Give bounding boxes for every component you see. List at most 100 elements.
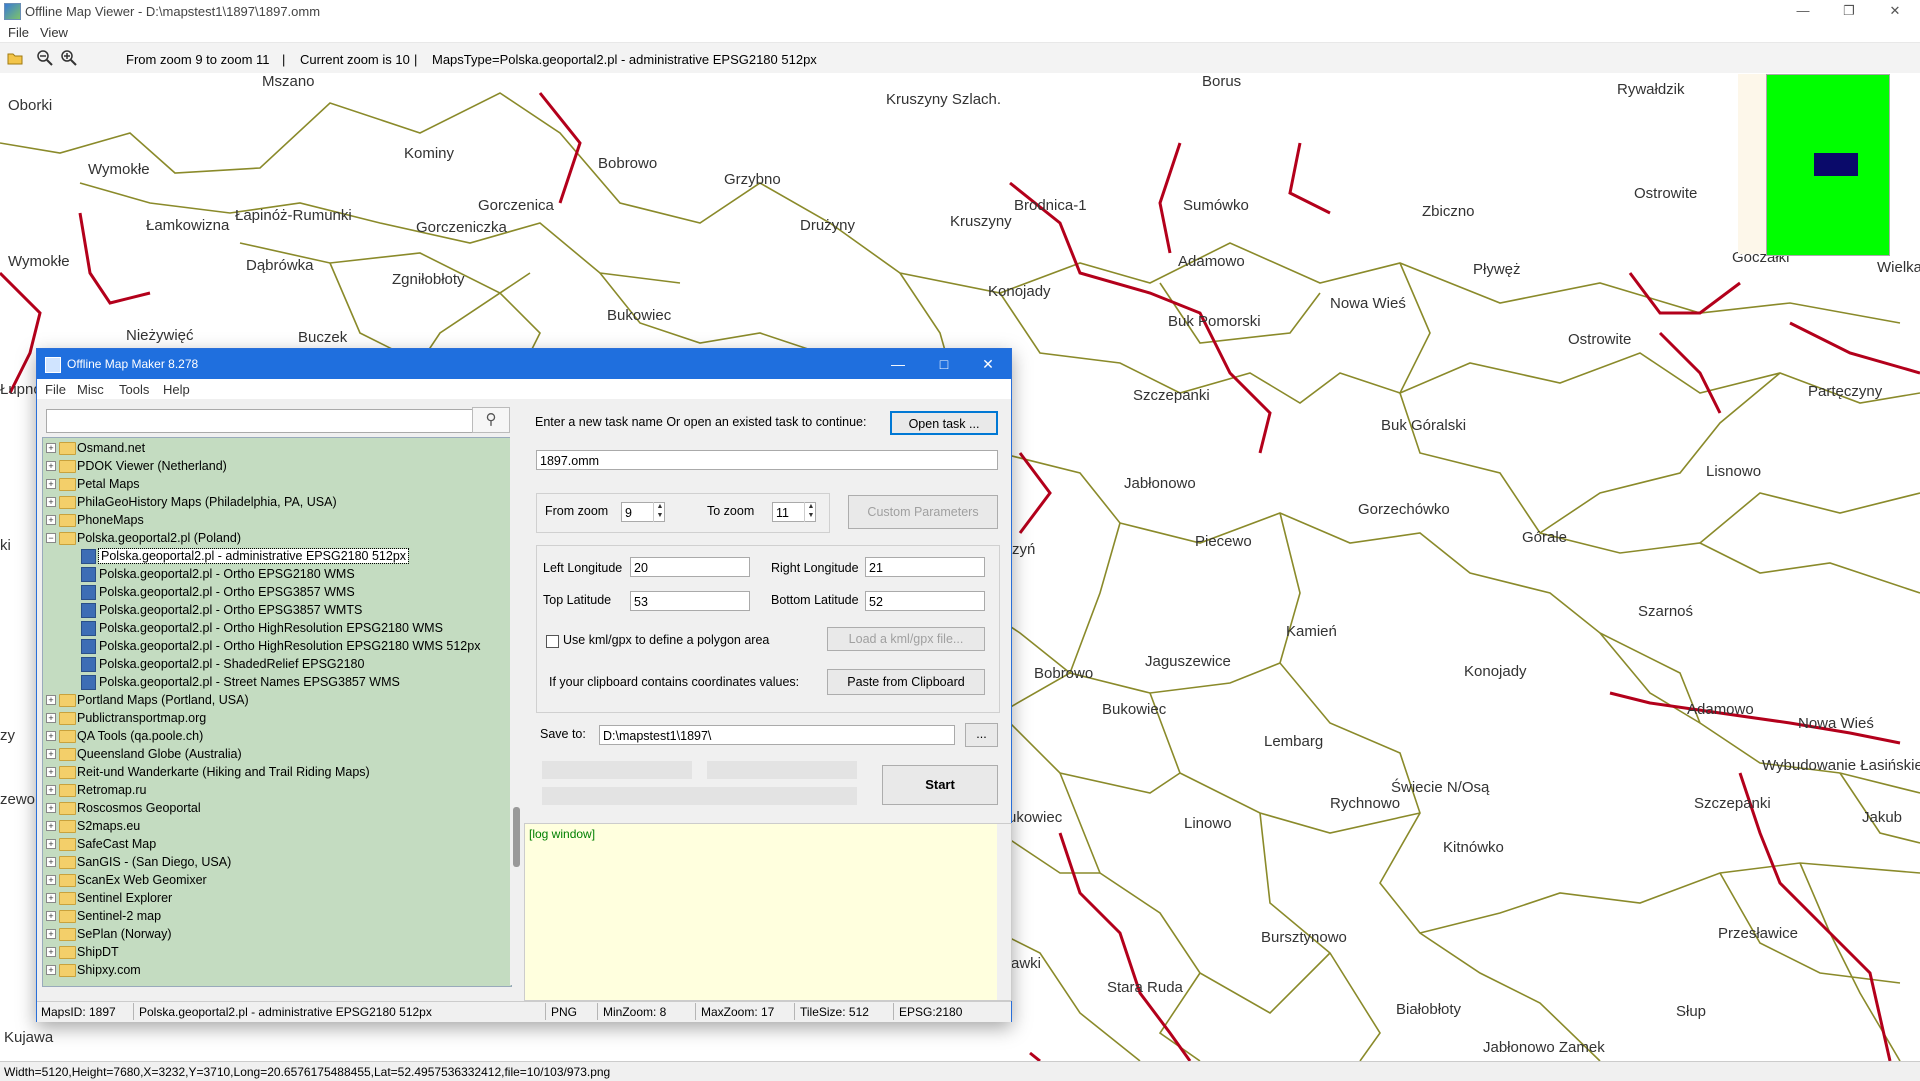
tree-folder-item[interactable]: + Portland Maps (Portland, USA) <box>43 691 503 709</box>
tree-map-item[interactable]: Polska.geoportal2.pl - Ortho EPSG3857 WM… <box>43 583 503 601</box>
dialog-minimize-icon[interactable]: — <box>875 349 921 379</box>
open-folder-icon[interactable] <box>6 49 24 67</box>
map-search-input[interactable] <box>46 409 480 433</box>
tree-folder-item[interactable]: + SafeCast Map <box>43 835 503 853</box>
tree-map-item[interactable]: Polska.geoportal2.pl - administrative EP… <box>43 547 503 565</box>
menu-file[interactable]: File <box>8 25 29 40</box>
expand-icon[interactable]: + <box>46 515 56 525</box>
folder-icon <box>59 856 76 869</box>
tree-folder-item[interactable]: + QA Tools (qa.poole.ch) <box>43 727 503 745</box>
tree-folder-item[interactable]: + Sentinel-2 map <box>43 907 503 925</box>
search-icon[interactable]: ⚲ <box>472 407 510 433</box>
expand-icon[interactable]: + <box>46 947 56 957</box>
expand-icon[interactable]: + <box>46 911 56 921</box>
open-task-button[interactable]: Open task ... <box>890 411 998 435</box>
paste-clipboard-button[interactable]: Paste from Clipboard <box>827 669 985 695</box>
task-name-input[interactable]: 1897.omm <box>536 450 998 470</box>
expand-icon[interactable]: + <box>46 749 56 759</box>
load-kml-button[interactable]: Load a kml/gpx file... <box>827 627 985 651</box>
expand-icon[interactable]: + <box>46 839 56 849</box>
expand-icon[interactable]: + <box>46 731 56 741</box>
dialog-menu-tools[interactable]: Tools <box>119 382 149 397</box>
tree-map-item[interactable]: Polska.geoportal2.pl - Ortho EPSG3857 WM… <box>43 601 503 619</box>
tree-folder-item[interactable]: + SePlan (Norway) <box>43 925 503 943</box>
dialog-menu-file[interactable]: File <box>45 382 66 397</box>
map-source-tree[interactable]: + Osmand.net + PDOK Viewer (Netherland) + Pet… <box>42 437 512 987</box>
from-zoom-spinner[interactable]: ▲ ▼ <box>653 502 666 522</box>
map-place-label: Gorczeniczka <box>416 219 507 236</box>
tree-scrollbar[interactable] <box>510 437 524 985</box>
tree-folder-item[interactable]: + Reit-und Wanderkarte (Hiking and Trail … <box>43 763 503 781</box>
map-icon <box>81 567 96 582</box>
expand-icon[interactable]: + <box>46 965 56 975</box>
bottom-latitude-input[interactable]: 52 <box>865 591 985 611</box>
tree-folder-item[interactable]: + Shipxy.com <box>43 961 503 979</box>
expand-icon[interactable]: + <box>46 893 56 903</box>
tree-folder-item[interactable]: + Petal Maps <box>43 475 503 493</box>
tree-folder-item[interactable]: + S2maps.eu <box>43 817 503 835</box>
tree-folder-item[interactable]: + Retromap.ru <box>43 781 503 799</box>
tree-map-item[interactable]: Polska.geoportal2.pl - Ortho HighResolut… <box>43 619 503 637</box>
custom-parameters-button[interactable]: Custom Parameters <box>848 495 998 529</box>
tree-folder-item[interactable]: + ScanEx Web Geomixer <box>43 871 503 889</box>
tree-folder-item[interactable]: + Queensland Globe (Australia) <box>43 745 503 763</box>
to-zoom-spinner[interactable]: ▲ ▼ <box>804 502 817 522</box>
kml-checkbox[interactable] <box>546 635 559 648</box>
tree-map-item[interactable]: Polska.geoportal2.pl - Street Names EPSG… <box>43 673 503 691</box>
map-place-label: Ostrowite <box>1568 331 1632 348</box>
minimap-viewport[interactable] <box>1814 153 1858 176</box>
log-scrollbar[interactable] <box>997 824 1011 1000</box>
expand-icon[interactable]: + <box>46 929 56 939</box>
tree-folder-item[interactable]: + Publictransportmap.org <box>43 709 503 727</box>
tree-folder-item[interactable]: + Sentinel Explorer <box>43 889 503 907</box>
tree-horizontal-scrollbar[interactable] <box>42 987 510 997</box>
tree-folder-item[interactable]: − Polska.geoportal2.pl (Poland) <box>43 529 503 547</box>
tree-folder-item[interactable]: + ShipDT <box>43 943 503 961</box>
tree-folder-item[interactable]: + Osmand.net <box>43 439 503 457</box>
expand-icon[interactable]: + <box>46 497 56 507</box>
expand-icon[interactable]: + <box>46 857 56 867</box>
browse-button[interactable]: ... <box>965 723 998 747</box>
tree-map-item[interactable]: Polska.geoportal2.pl - Ortho HighResolut… <box>43 637 503 655</box>
zoom-in-icon[interactable] <box>60 49 78 67</box>
collapse-icon[interactable]: − <box>46 533 56 543</box>
dialog-title-bar[interactable]: Offline Map Maker 8.278 — □ ✕ <box>37 349 1011 379</box>
dialog-close-icon[interactable]: ✕ <box>965 349 1011 379</box>
expand-icon[interactable]: + <box>46 695 56 705</box>
minimize-icon[interactable]: — <box>1780 0 1826 23</box>
close-icon[interactable]: ✕ <box>1872 0 1918 23</box>
expand-icon[interactable]: + <box>46 479 56 489</box>
expand-icon[interactable]: + <box>46 443 56 453</box>
tree-folder-item[interactable]: + PDOK Viewer (Netherland) <box>43 457 503 475</box>
expand-icon[interactable]: + <box>46 713 56 723</box>
start-button[interactable]: Start <box>882 765 998 805</box>
to-zoom-label: To zoom <box>707 504 755 518</box>
tree-folder-item[interactable]: + PhoneMaps <box>43 511 503 529</box>
expand-icon[interactable]: + <box>46 461 56 471</box>
tree-folder-item[interactable]: + PhilaGeoHistory Maps (Philadelphia, PA,… <box>43 493 503 511</box>
expand-icon[interactable]: + <box>46 803 56 813</box>
tree-folder-item[interactable]: + Roscosmos Geoportal <box>43 799 503 817</box>
right-longitude-input[interactable]: 21 <box>865 557 985 577</box>
expand-icon[interactable]: + <box>46 785 56 795</box>
expand-icon[interactable]: + <box>46 821 56 831</box>
map-place-label: zewo <box>0 791 36 808</box>
expand-icon[interactable]: + <box>46 875 56 885</box>
tree-map-item[interactable]: Polska.geoportal2.pl - ShadedRelief EPSG… <box>43 655 503 673</box>
dialog-menu-help[interactable]: Help <box>163 382 190 397</box>
menu-view[interactable]: View <box>40 25 68 40</box>
tree-map-item[interactable]: Polska.geoportal2.pl - Ortho EPSG2180 WM… <box>43 565 503 583</box>
tree-folder-item[interactable]: + SanGIS - (San Diego, USA) <box>43 853 503 871</box>
log-window[interactable]: [log window] <box>524 823 1012 1001</box>
zoom-out-icon[interactable] <box>36 49 54 67</box>
save-to-input[interactable]: D:\mapstest1\1897\ <box>599 725 955 745</box>
dialog-menu-misc[interactable]: Misc <box>77 382 104 397</box>
map-place-label: ki <box>0 537 11 554</box>
expand-icon[interactable]: + <box>46 767 56 777</box>
dialog-maximize-icon[interactable]: □ <box>921 349 967 379</box>
map-place-label: Przesławice <box>1718 925 1799 942</box>
left-longitude-input[interactable]: 20 <box>630 557 750 577</box>
restore-icon[interactable]: ❐ <box>1826 0 1872 23</box>
top-latitude-input[interactable]: 53 <box>630 591 750 611</box>
tree-scroll-thumb[interactable] <box>513 807 520 867</box>
